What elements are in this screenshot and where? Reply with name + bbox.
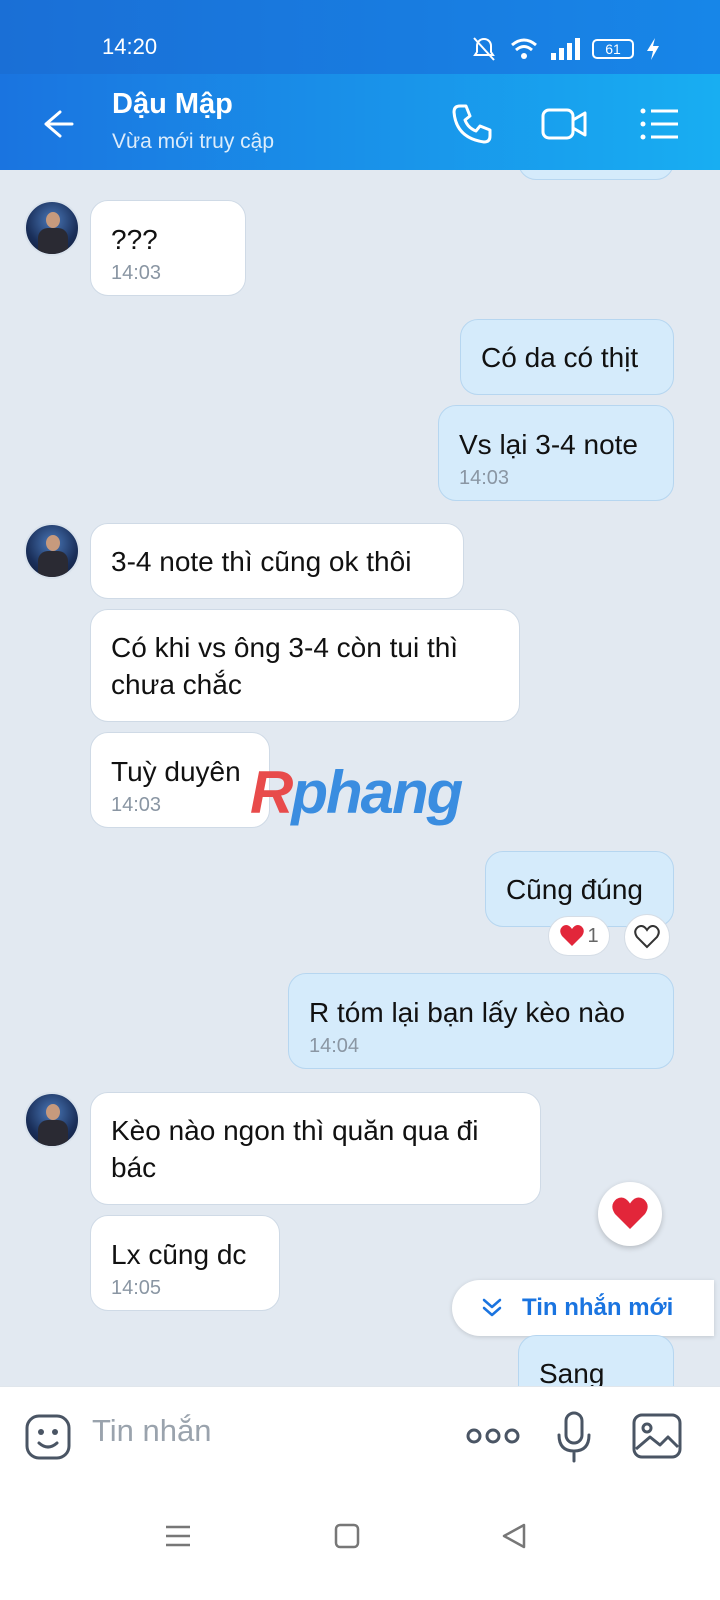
microphone-icon[interactable] [556,1411,592,1463]
emoji-sticker-icon[interactable] [24,1413,72,1461]
message-bubble[interactable]: ??? 14:03 [90,200,246,296]
signal-icon [551,38,580,60]
message-text: ??? [111,224,158,255]
back-arrow-icon[interactable] [36,104,76,144]
more-options-icon[interactable] [466,1427,520,1445]
watermark-logo: Rphang [250,758,463,827]
message-text: Cũng đúng [506,874,644,905]
heart-icon [612,1197,648,1229]
message-text: Vs lại 3-4 note [459,429,638,460]
avatar[interactable] [24,523,80,579]
reaction-summary[interactable]: 1 [548,916,610,956]
message-list[interactable]: ??? 14:03 Có da có thịt Vs lại 3-4 note … [0,170,720,1416]
message-time: 14:03 [111,262,162,284]
reaction-count: 1 [587,924,599,947]
message-time: 14:05 [111,1277,162,1299]
message-bubble[interactable]: Có khi vs ông 3-4 còn tui thì chưa chắc [90,609,520,722]
heart-outline-icon [634,925,660,949]
recent-apps-icon[interactable] [164,1522,192,1550]
double-chevron-down-icon [482,1298,502,1317]
message-bubble[interactable]: R tóm lại bạn lấy kèo nào 14:04 [288,973,674,1069]
watermark-r: R [250,759,293,826]
message-composer: Tin nhắn [0,1386,720,1486]
video-call-icon[interactable] [540,100,588,148]
message-text: bác [111,1152,157,1183]
message-bubble[interactable]: Có da có thịt [460,319,674,395]
message-time: 14:03 [111,794,162,816]
message-text: Kèo nào ngon thì quăn qua đi [111,1115,479,1146]
message-text: Tuỳ duyên [111,756,241,787]
message-bubble[interactable]: Kèo nào ngon thì quăn qua đi bác [90,1092,541,1205]
new-messages-label: Tin nhắn mới [522,1294,674,1321]
message-bubble[interactable]: Tuỳ duyên 14:03 [90,732,270,828]
message-text: Có khi vs ông 3-4 còn tui thì [111,632,459,663]
message-text: 3-4 note thì cũng ok thôi [111,546,412,577]
message-text: R tóm lại bạn lấy kèo nào [309,997,625,1028]
avatar[interactable] [24,1092,80,1148]
message-text: Có da có thịt [481,342,639,373]
message-text: chưa chắc [111,669,242,700]
mute-bell-icon [473,37,495,61]
battery-level: 61 [592,39,634,59]
message-bubble[interactable]: Lx cũng dc 14:05 [90,1215,280,1311]
react-heart-button[interactable] [624,914,670,960]
heart-icon [560,925,585,946]
new-messages-button[interactable]: Tin nhắn mới [452,1280,714,1336]
message-text: Lx cũng dc [111,1239,247,1270]
image-gallery-icon[interactable] [632,1413,682,1459]
chat-header: Dậu Mập Vừa mới truy cập [0,74,720,170]
wifi-icon [511,38,537,59]
watermark-text: phang [291,759,463,826]
quick-heart-reaction-button[interactable] [598,1182,662,1246]
menu-list-icon[interactable] [636,100,684,148]
status-time: 14:20 [102,34,158,59]
message-bubble[interactable]: 3-4 note thì cũng ok thôi [90,523,464,599]
message-time: 14:04 [309,1035,360,1057]
avatar[interactable] [24,200,80,256]
status-icons: 61 [470,36,660,62]
message-bubble-partial[interactable] [518,170,674,180]
phone-call-icon[interactable] [448,100,496,148]
message-input[interactable]: Tin nhắn [92,1413,212,1449]
charging-icon [647,38,659,60]
contact-name[interactable]: Dậu Mập [112,88,233,121]
message-time: 14:03 [459,467,510,489]
home-icon[interactable] [334,1522,360,1550]
system-nav-bar [0,1486,720,1600]
message-bubble[interactable]: Vs lại 3-4 note 14:03 [438,405,674,501]
back-triangle-icon[interactable] [500,1522,528,1550]
contact-status: Vừa mới truy cập [112,130,275,153]
status-bar: 14:20 61 [0,0,720,74]
